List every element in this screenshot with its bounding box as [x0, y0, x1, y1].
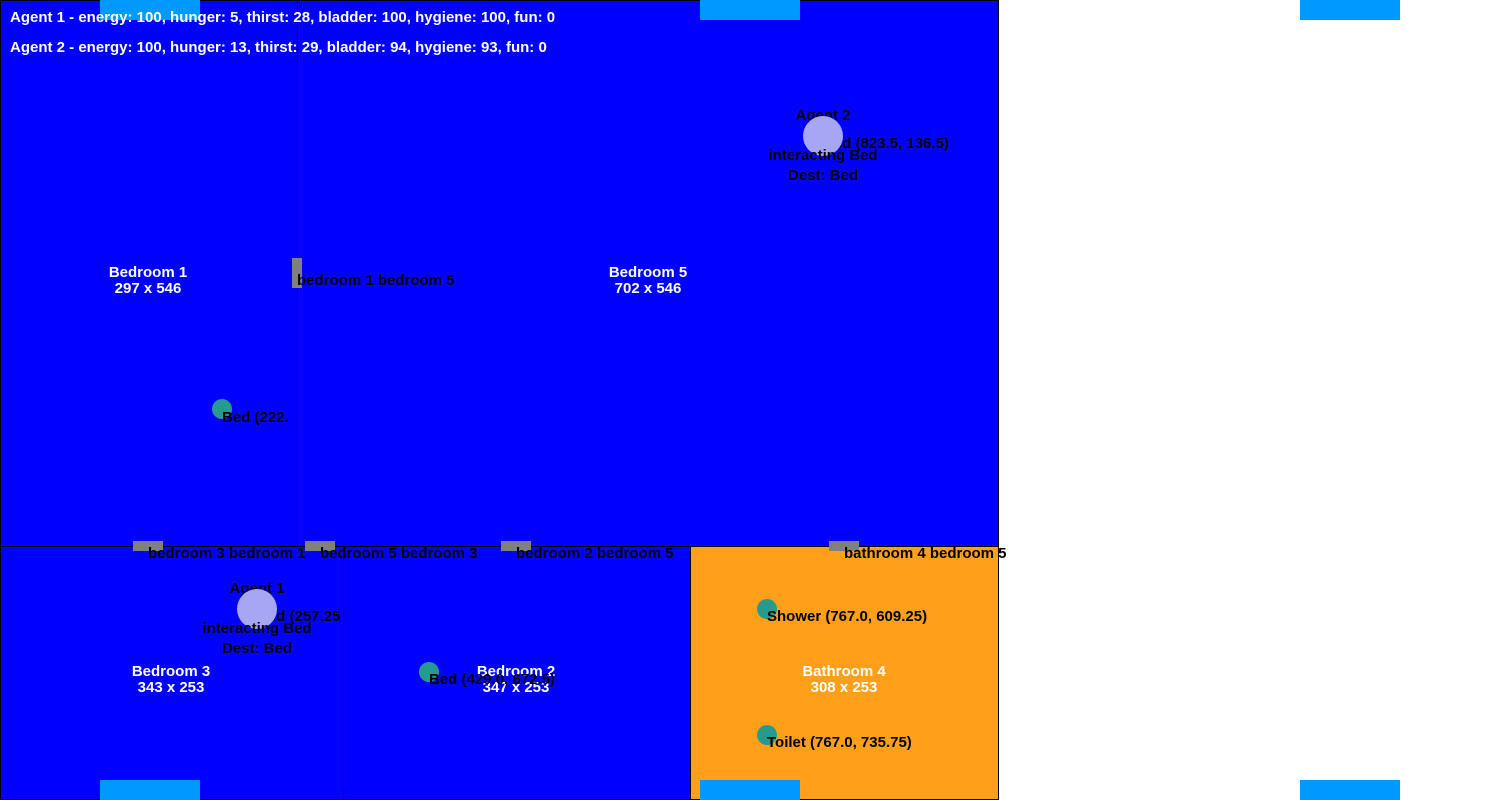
agent-2-destination: Dest: Bed: [787, 167, 859, 184]
room-size: 297 x 546: [114, 280, 182, 297]
agent-1-status: Agent 1 - energy: 100, hunger: 5, thirst…: [10, 9, 556, 26]
room-size: 343 x 253: [137, 679, 205, 696]
window-bottom-1: [100, 780, 200, 800]
door-label-bedroom2-bedroom5: bedroom 2 bedroom 5: [516, 545, 674, 562]
room-size: 308 x 253: [810, 679, 878, 696]
window-top-2: [700, 0, 800, 20]
toilet-label: Toilet (767.0, 735.75): [767, 734, 912, 751]
shower-label: Shower (767.0, 609.25): [767, 608, 928, 625]
agent-1-destination: Dest: Bed: [221, 640, 293, 657]
window-bottom-2: [700, 780, 800, 800]
room-label-bedroom-3: Bedroom 3 343 x 253: [132, 664, 210, 696]
door-label-bathroom4-bedroom5: bathroom 4 bedroom 5: [844, 545, 1007, 562]
room-name: Bathroom 4: [802, 663, 886, 680]
agent-2-state: interacting Bed: [768, 147, 878, 164]
room-size: 702 x 546: [614, 280, 682, 297]
door-label-bedroom5-bedroom3: bedroom 5 bedroom 3: [320, 545, 478, 562]
room-label-bathroom-4: Bathroom 4 308 x 253: [802, 664, 885, 696]
room-name: Bedroom 3: [131, 663, 211, 680]
agent-1-state: interacting Bed: [202, 620, 312, 637]
room-name: Bedroom 1: [108, 264, 188, 281]
window-top-3: [1300, 0, 1400, 20]
room-name: Bedroom 5: [608, 264, 688, 281]
bed-bedroom-2-label: Bed (429.0, 672.5): [429, 671, 555, 688]
room-label-bedroom-5: Bedroom 5 702 x 546: [609, 265, 687, 297]
agent-2-status: Agent 2 - energy: 100, hunger: 13, thirs…: [10, 39, 547, 56]
door-label-bedroom1-bedroom5: bedroom 1 bedroom 5: [297, 272, 455, 289]
room-label-bedroom-1: Bedroom 1 297 x 546: [109, 265, 187, 297]
window-bottom-3: [1300, 780, 1400, 800]
bed-bedroom-1-label: Bed (222.: [222, 410, 289, 426]
door-label-bedroom3-bedroom1: bedroom 3 bedroom 1: [148, 545, 306, 562]
